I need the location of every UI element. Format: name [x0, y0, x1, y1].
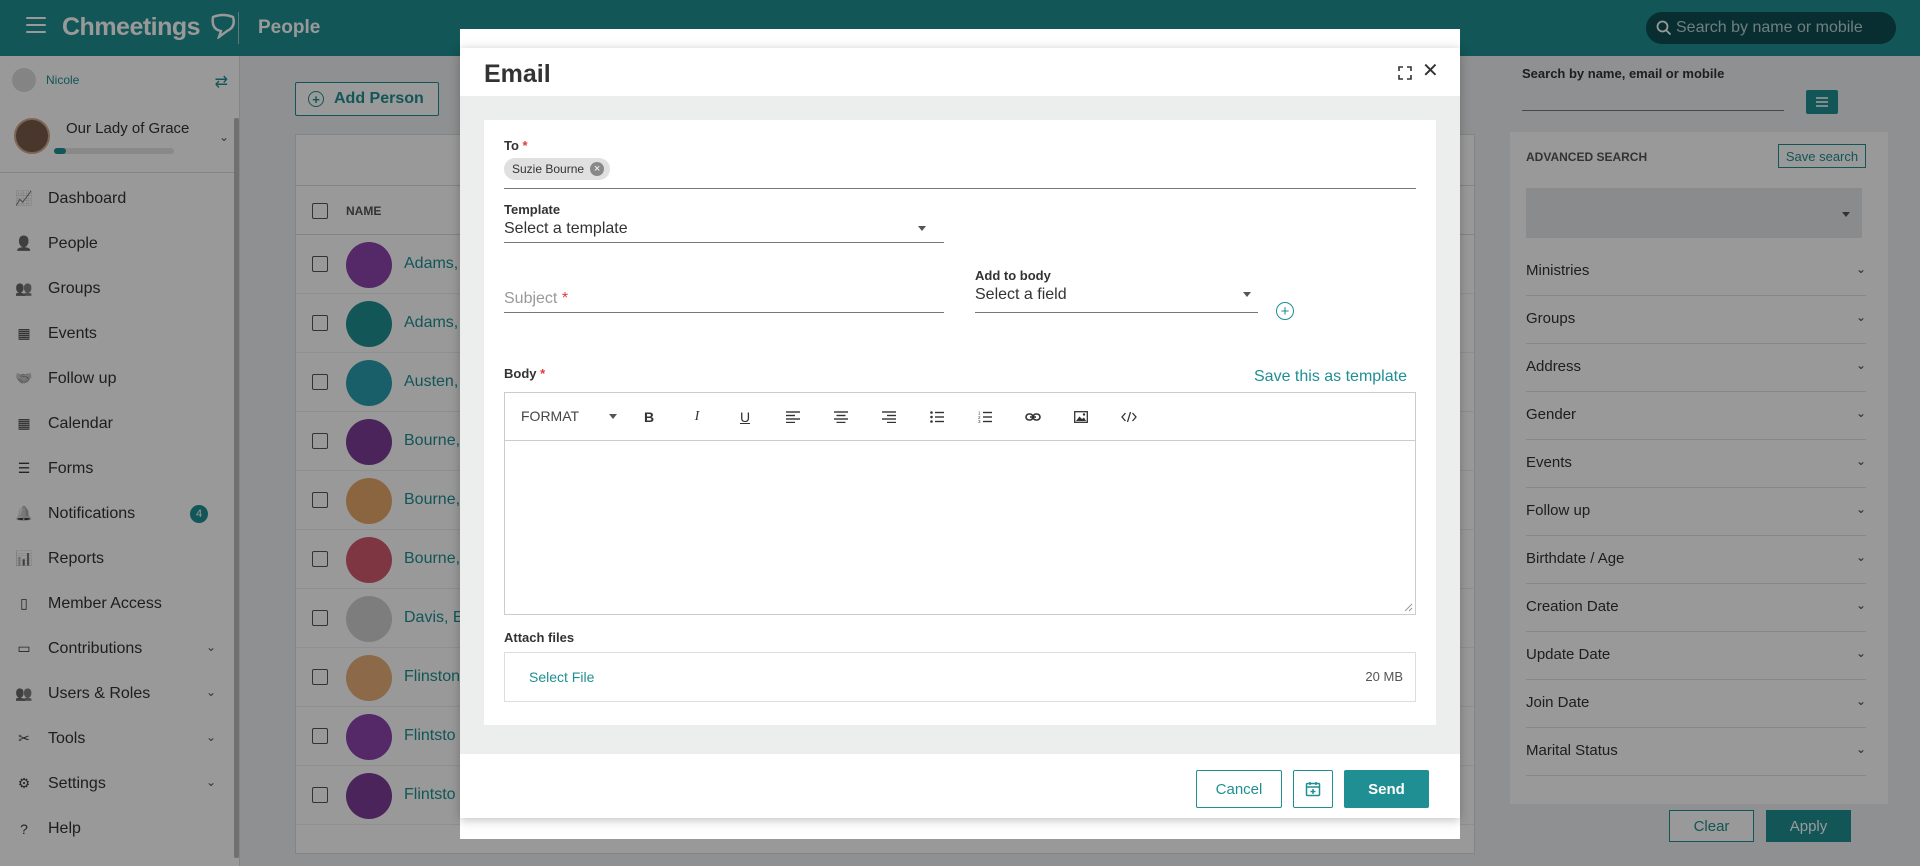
template-label: Template	[504, 202, 561, 217]
add-to-body-field-line	[975, 312, 1258, 313]
plus-icon: +	[1280, 302, 1290, 320]
align-left-icon[interactable]	[783, 407, 803, 427]
to-label: To *	[504, 138, 528, 153]
body-text-area[interactable]	[505, 441, 1415, 614]
send-button[interactable]: Send	[1344, 770, 1429, 808]
svg-text:3: 3	[978, 419, 981, 423]
recipient-chip[interactable]: Suzie Bourne ×	[504, 158, 611, 180]
underline-icon[interactable]: U	[735, 407, 755, 427]
numbered-list-icon[interactable]: 123	[975, 407, 995, 427]
expand-icon[interactable]	[1398, 66, 1412, 80]
email-dialog-body: To * Suzie Bourne × Template Select a te…	[460, 96, 1460, 754]
email-dialog: Email ✕ To * Suzie Bourne × Template Sel…	[460, 48, 1460, 818]
bullet-list-icon[interactable]	[927, 407, 947, 427]
remove-recipient-icon[interactable]: ×	[590, 162, 605, 176]
resize-handle-icon[interactable]	[1403, 602, 1413, 612]
email-form: To * Suzie Bourne × Template Select a te…	[484, 120, 1436, 725]
schedule-button[interactable]	[1293, 770, 1333, 808]
body-label: Body *	[504, 366, 546, 381]
caret-down-icon[interactable]	[918, 226, 926, 231]
code-icon[interactable]	[1119, 407, 1139, 427]
subject-input[interactable]: Subject *	[504, 290, 568, 308]
add-to-body-select[interactable]: Select a field	[975, 286, 1067, 304]
attach-files-dropzone[interactable]: Select File 20 MB	[504, 652, 1416, 702]
add-to-body-label: Add to body	[975, 268, 1051, 283]
caret-down-icon[interactable]	[1243, 292, 1251, 297]
align-center-icon[interactable]	[831, 407, 851, 427]
attach-files-label: Attach files	[504, 630, 575, 645]
caret-down-icon[interactable]	[609, 414, 617, 419]
subject-field-line	[504, 312, 944, 313]
select-file-link[interactable]: Select File	[529, 669, 594, 685]
cancel-button[interactable]: Cancel	[1196, 770, 1282, 808]
format-dropdown[interactable]: FORMAT	[521, 408, 579, 424]
editor-toolbar: FORMAT B I U 1 2 3	[505, 393, 1415, 441]
close-icon[interactable]: ✕	[1422, 61, 1439, 81]
max-file-size: 20 MB	[1365, 669, 1403, 684]
add-field-button[interactable]: +	[1276, 302, 1294, 320]
email-dialog-footer: Cancel Send	[460, 754, 1460, 818]
save-as-template-link[interactable]: Save this as template	[1254, 368, 1407, 386]
calendar-plus-icon	[1305, 782, 1321, 797]
template-field-line	[504, 242, 944, 243]
italic-icon[interactable]: I	[687, 407, 707, 427]
image-icon[interactable]	[1071, 407, 1091, 427]
link-icon[interactable]	[1023, 407, 1043, 427]
recipient-name: Suzie Bourne	[512, 162, 585, 176]
bold-icon[interactable]: B	[639, 407, 659, 427]
to-field-line[interactable]	[504, 188, 1416, 189]
body-editor: FORMAT B I U 1 2 3	[504, 392, 1416, 615]
align-right-icon[interactable]	[879, 407, 899, 427]
template-select[interactable]: Select a template	[504, 220, 628, 238]
email-dialog-title: Email	[484, 60, 551, 88]
